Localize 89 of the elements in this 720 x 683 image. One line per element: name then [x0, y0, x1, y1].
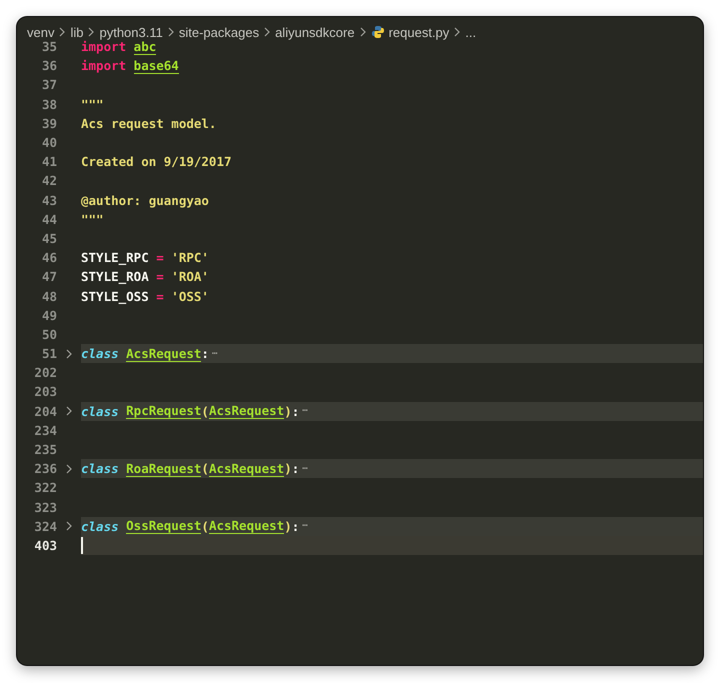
- parenthesis: ): [284, 404, 292, 419]
- breadcrumb-item[interactable]: python3.11: [99, 24, 163, 40]
- line-number: 324: [33, 518, 57, 534]
- class-name: AcsRequest: [208, 518, 284, 534]
- keyword: class: [81, 404, 119, 419]
- docstring-text: Created on 9/19/2017: [81, 154, 232, 170]
- parenthesis: ): [284, 518, 292, 534]
- fold-chevron-icon[interactable]: [65, 464, 73, 474]
- class-name: AcsRequest: [208, 460, 284, 477]
- line-number: 35: [40, 39, 57, 54]
- chevron-icon: [58, 27, 66, 37]
- chevron-icon: [87, 27, 96, 37]
- line-number: 203: [33, 384, 57, 400]
- class-name: AcsRequest: [208, 403, 284, 420]
- colon: :: [292, 518, 300, 534]
- string-literal: 'RPC': [171, 250, 209, 266]
- keyword: import: [81, 39, 126, 54]
- string-literal: 'ROA': [171, 269, 209, 284]
- colon: :: [292, 461, 300, 476]
- class-name: AcsRequest: [126, 346, 202, 362]
- fold-chevron-icon[interactable]: [65, 406, 73, 416]
- line-number: 322: [33, 480, 57, 496]
- line-number: 38: [40, 96, 57, 112]
- docstring-text: @author: guangyao: [81, 192, 209, 208]
- keyword: class: [81, 346, 119, 362]
- docstring-text: Acs request model.: [81, 116, 216, 131]
- breadcrumb-item[interactable]: request.py: [388, 24, 450, 40]
- fold-ellipsis[interactable]: ⋯: [302, 464, 308, 474]
- keyword: class: [81, 461, 119, 476]
- breadcrumb-item[interactable]: site-packages: [178, 24, 260, 40]
- line-number: 236: [33, 461, 57, 476]
- line-number: 42: [40, 173, 57, 188]
- line-number: 50: [40, 326, 57, 342]
- keyword: class: [81, 518, 119, 534]
- fold-chevron-icon[interactable]: [65, 521, 73, 532]
- line-number: 235: [33, 442, 57, 458]
- class-name: RpcRequest: [126, 403, 202, 420]
- line-number: 39: [40, 116, 57, 131]
- chevron-icon: [453, 27, 462, 37]
- line-number: 202: [33, 365, 57, 380]
- colon: :: [201, 346, 209, 362]
- line-number: 36: [40, 58, 57, 74]
- operator: =: [156, 288, 164, 304]
- breadcrumb-item[interactable]: lib: [70, 24, 84, 40]
- constant-name: STYLE_OSS: [81, 288, 149, 304]
- line-number: 204: [33, 404, 57, 419]
- parenthesis: (: [201, 518, 209, 534]
- operator: =: [156, 269, 164, 284]
- parenthesis: ): [284, 461, 292, 476]
- breadcrumb-item[interactable]: aliyunsdkcore: [275, 24, 355, 40]
- docstring-text: """: [81, 96, 104, 112]
- constant-name: STYLE_ROA: [81, 269, 149, 284]
- class-name: OssRequest: [126, 518, 202, 534]
- line-number: 48: [40, 288, 57, 304]
- chevron-icon: [166, 27, 175, 37]
- module-name: abc: [134, 38, 156, 55]
- keyword: import: [81, 58, 126, 74]
- fold-chevron-icon[interactable]: [65, 348, 73, 359]
- line-number: 51: [40, 346, 57, 362]
- breadcrumb-item[interactable]: venv: [27, 24, 54, 40]
- line-number: 403: [33, 538, 57, 553]
- text-cursor: [81, 536, 83, 554]
- line-number: 45: [40, 230, 57, 246]
- chevron-icon: [358, 27, 367, 37]
- module-name: base64: [134, 58, 179, 74]
- line-number: 37: [40, 77, 57, 92]
- line-number: 234: [33, 422, 57, 438]
- python-file-icon: [370, 25, 385, 39]
- fold-ellipsis[interactable]: ⋯: [302, 521, 308, 532]
- line-number: 49: [40, 308, 57, 323]
- fold-ellipsis[interactable]: ⋯: [212, 348, 218, 359]
- line-number: 43: [40, 192, 57, 208]
- line-number: 40: [40, 135, 57, 150]
- string-literal: 'OSS': [171, 288, 209, 304]
- docstring-text: """: [81, 212, 104, 227]
- constant-name: STYLE_RPC: [81, 250, 149, 266]
- line-number: 46: [40, 250, 57, 266]
- line-number: 44: [40, 212, 57, 227]
- line-number: 323: [33, 500, 57, 515]
- class-name: RoaRequest: [126, 460, 202, 477]
- colon: :: [292, 404, 300, 419]
- breadcrumb-more[interactable]: ...: [465, 24, 476, 40]
- operator: =: [156, 250, 164, 266]
- chevron-icon: [263, 27, 272, 37]
- parenthesis: (: [201, 461, 209, 476]
- line-number: 41: [40, 154, 57, 170]
- fold-ellipsis[interactable]: ⋯: [302, 406, 308, 416]
- line-number: 47: [40, 269, 57, 284]
- parenthesis: (: [201, 404, 209, 419]
